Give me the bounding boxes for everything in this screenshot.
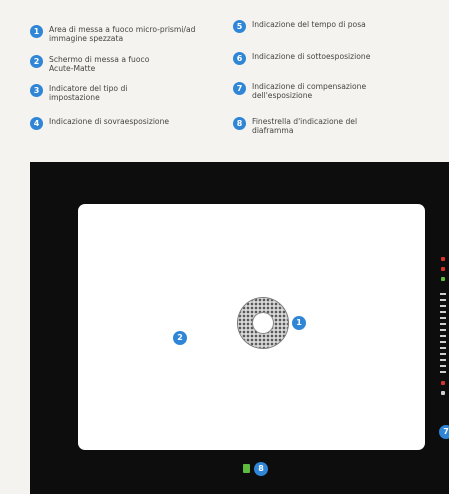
focusing-screen: 1 2 <box>78 204 425 450</box>
shutter-speed-scale-mark <box>440 323 446 325</box>
shutter-speed-scale-mark <box>440 317 446 319</box>
microprism-focus-area <box>238 298 288 348</box>
overexposure-indicator <box>441 257 445 261</box>
shutter-speed-scale-mark <box>440 329 446 331</box>
legend-text: Finestrella d'indicazione del diaframma <box>252 117 358 135</box>
shutter-speed-scale-mark <box>440 365 446 367</box>
legend-text: Indicazione di sottoesposizione <box>252 52 371 61</box>
indicator-dot <box>441 267 445 271</box>
legend-text: Indicazione di sovraesposizione <box>49 117 170 126</box>
legend: 1 Area di messa a fuoco micro-prismi/ad … <box>0 0 449 160</box>
legend-number: 6 <box>233 52 246 65</box>
legend-item-3: 3 Indicatore del tipo di impostazione <box>30 84 159 102</box>
legend-item-5: 5 Indicazione del tempo di posa <box>233 20 422 33</box>
legend-item-8: 8 Finestrella d'indicazione del diaframm… <box>233 117 382 135</box>
aperture-window-icon <box>243 464 250 473</box>
legend-number: 7 <box>233 82 246 95</box>
shutter-speed-scale-mark <box>440 311 446 313</box>
legend-item-4: 4 Indicazione di sovraesposizione <box>30 117 224 130</box>
legend-number: 5 <box>233 20 246 33</box>
compensation-indicator <box>441 391 445 395</box>
marker-focusing-screen: 2 <box>173 331 187 345</box>
legend-text: Indicazione del tempo di posa <box>252 20 366 29</box>
legend-number: 8 <box>233 117 246 130</box>
shutter-speed-scale-mark <box>440 305 446 307</box>
shutter-speed-scale-mark <box>440 293 446 295</box>
legend-item-6: 6 Indicazione di sottoesposizione <box>233 52 422 65</box>
legend-number: 2 <box>30 55 43 68</box>
shutter-speed-scale-mark <box>440 359 446 361</box>
legend-item-1: 1 Area di messa a fuoco micro-prismi/ad … <box>30 25 199 43</box>
viewfinder: 1 2 7 8 <box>30 162 449 494</box>
legend-number: 4 <box>30 117 43 130</box>
legend-text: Schermo di messa a fuoco Acute-Matte <box>49 55 150 73</box>
marker-focus-area: 1 <box>292 316 306 330</box>
shutter-speed-scale-mark <box>440 371 446 373</box>
legend-text: Indicazione di compensazione dell'esposi… <box>252 82 367 100</box>
legend-text: Area di messa a fuoco micro-prismi/ad im… <box>49 25 196 43</box>
shutter-speed-scale-mark <box>440 347 446 349</box>
marker-aperture-window: 8 <box>254 462 268 476</box>
shutter-speed-scale-mark <box>440 299 446 301</box>
shutter-speed-scale-mark <box>440 341 446 343</box>
setting-type-indicator <box>441 277 445 281</box>
marker-exposure-compensation: 7 <box>439 425 449 439</box>
split-image-center <box>253 313 273 333</box>
legend-item-7: 7 Indicazione di compensazione dell'espo… <box>233 82 422 100</box>
exposure-indicator-bar <box>438 257 449 417</box>
underexposure-indicator <box>441 381 445 385</box>
shutter-speed-scale-mark <box>440 335 446 337</box>
legend-text: Indicatore del tipo di impostazione <box>49 84 128 102</box>
legend-number: 1 <box>30 25 43 38</box>
legend-item-2: 2 Schermo di messa a fuoco Acute-Matte <box>30 55 159 73</box>
legend-number: 3 <box>30 84 43 97</box>
shutter-speed-scale-mark <box>440 353 446 355</box>
